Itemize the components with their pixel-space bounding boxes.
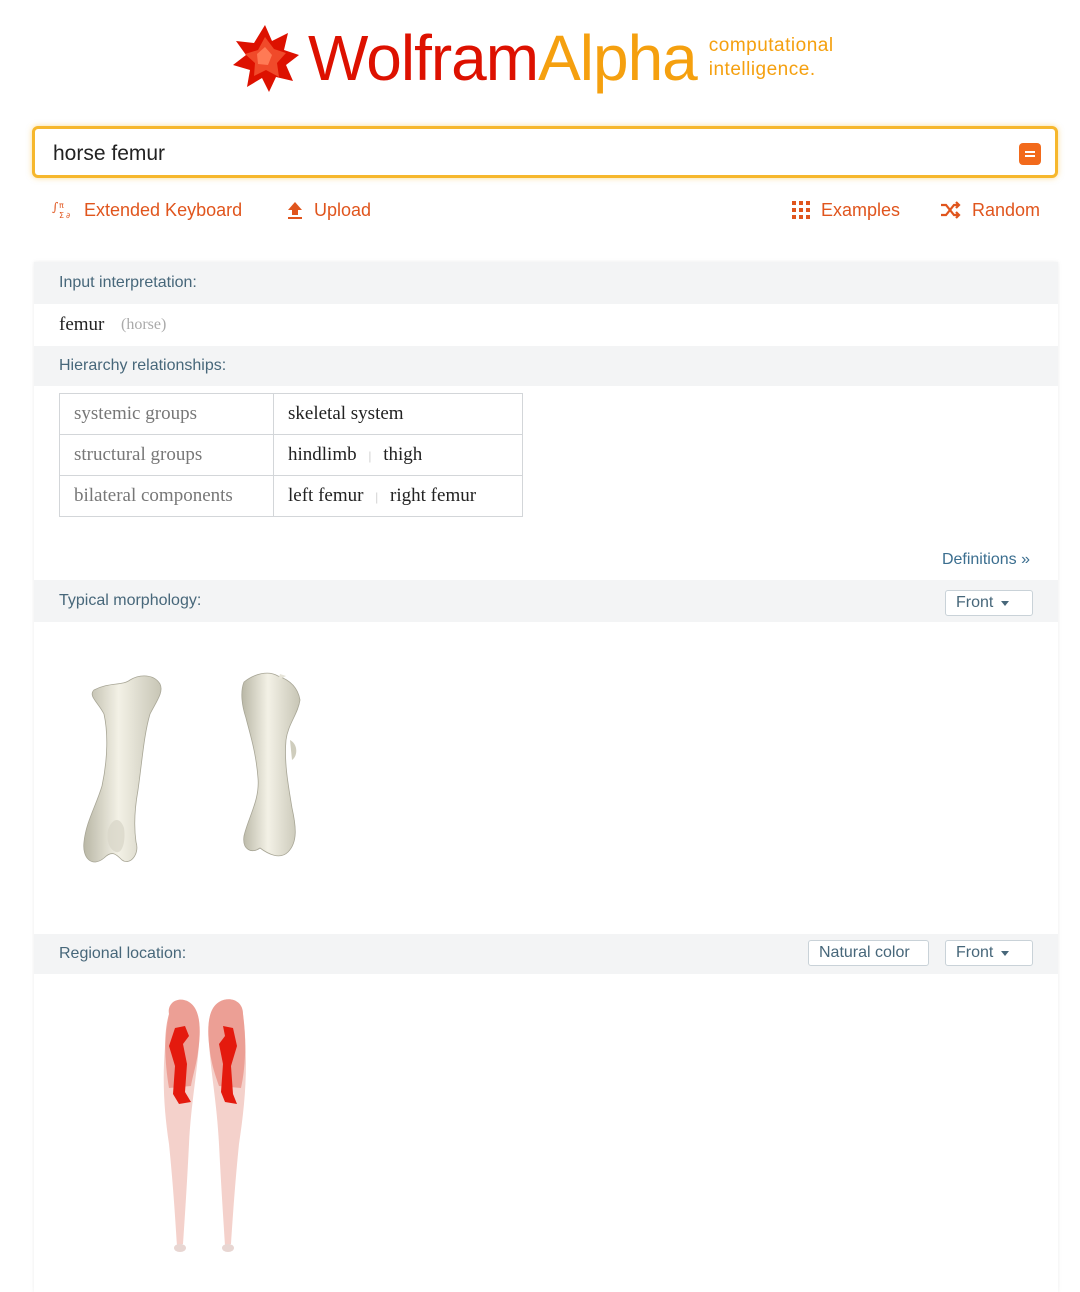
color-option-button[interactable]: Natural color bbox=[808, 940, 929, 966]
caret-down-icon bbox=[1001, 600, 1010, 606]
hierarchy-table: systemic groups skeletal system structur… bbox=[59, 393, 523, 517]
table-row: systemic groups skeletal system bbox=[59, 393, 523, 435]
hierarchy-value: skeletal system bbox=[273, 393, 523, 435]
morphology-title: Typical morphology: bbox=[59, 592, 202, 609]
examples-button[interactable]: Examples bbox=[791, 196, 900, 224]
value-link[interactable]: left femur bbox=[288, 485, 363, 506]
regional-view-label: Front bbox=[956, 944, 994, 961]
pod-title-hierarchy: Hierarchy relationships: bbox=[34, 346, 1058, 386]
view-select-button[interactable]: Front bbox=[945, 590, 1033, 616]
value-separator: | bbox=[375, 489, 379, 504]
search-input[interactable] bbox=[51, 137, 995, 171]
wolfram-star-icon bbox=[233, 25, 299, 92]
hierarchy-key: bilateral components bbox=[59, 475, 274, 517]
compute-icon[interactable] bbox=[1019, 143, 1041, 165]
random-button[interactable]: Random bbox=[940, 196, 1040, 224]
definitions-link[interactable]: Definitions » bbox=[942, 551, 1030, 569]
value-link[interactable]: thigh bbox=[383, 444, 422, 465]
extended-keyboard-label: Extended Keyboard bbox=[84, 199, 243, 220]
logo-tagline: computational intelligence. bbox=[709, 34, 834, 82]
pod-body-morphology bbox=[34, 622, 1058, 934]
value-link[interactable]: hindlimb bbox=[288, 444, 357, 465]
value-separator: | bbox=[368, 448, 372, 463]
tagline-line-2: intelligence. bbox=[708, 59, 816, 80]
logo-wordmark-alpha: Alpha bbox=[538, 22, 698, 94]
hierarchy-value: left femur | right femur bbox=[273, 475, 523, 517]
caret-down-icon bbox=[1001, 950, 1010, 956]
view-select-label: Front bbox=[956, 594, 994, 611]
hierarchy-value: hindlimb | thigh bbox=[273, 434, 523, 476]
svg-text:∂: ∂ bbox=[66, 211, 70, 220]
upload-label: Upload bbox=[314, 199, 372, 220]
svg-text:π: π bbox=[59, 201, 64, 210]
svg-text:∫: ∫ bbox=[52, 200, 59, 214]
pod-title-morphology: Typical morphology: bbox=[34, 580, 1058, 622]
pod-body-input-interpretation: femur (horse) bbox=[34, 304, 1058, 346]
logo-wordmark-wolfram: Wolfram bbox=[308, 22, 539, 94]
toolbar: ∫ π Σ ∂ Extended Keyboard Upload Examples R… bbox=[0, 196, 1080, 224]
shuffle-icon bbox=[940, 201, 962, 219]
search-box[interactable] bbox=[32, 126, 1058, 178]
table-row: structural groups hindlimb | thigh bbox=[59, 434, 523, 476]
wolfram-alpha-logo[interactable]: Wolfram Alpha computational intelligence. bbox=[230, 18, 834, 98]
hierarchy-key: systemic groups bbox=[59, 393, 274, 435]
hierarchy-key: structural groups bbox=[59, 434, 274, 476]
interpretation-qualifier: (horse) bbox=[121, 316, 167, 333]
tagline-line-1: computational bbox=[708, 35, 834, 56]
upload-icon bbox=[286, 200, 304, 220]
upload-button[interactable]: Upload bbox=[286, 196, 371, 224]
results-panel: Input interpretation: femur (horse) Hier… bbox=[34, 262, 1058, 1292]
input-interpretation-title: Input interpretation: bbox=[59, 274, 197, 291]
random-label: Random bbox=[972, 199, 1041, 220]
color-option-label: Natural color bbox=[819, 944, 910, 961]
table-row: bilateral components left femur | right fe… bbox=[59, 475, 523, 517]
hierarchy-title: Hierarchy relationships: bbox=[59, 357, 227, 374]
pod-title-input-interpretation: Input interpretation: bbox=[34, 262, 1058, 304]
femur-morphology-image bbox=[83, 672, 301, 863]
value-link[interactable]: skeletal system bbox=[288, 403, 404, 424]
examples-label: Examples bbox=[821, 199, 901, 220]
value-link[interactable]: right femur bbox=[390, 485, 476, 506]
grid-icon bbox=[791, 200, 811, 220]
regional-title: Regional location: bbox=[59, 945, 187, 962]
keyboard-icon: ∫ π Σ ∂ bbox=[52, 199, 74, 221]
pod-body-regional bbox=[34, 974, 1058, 1292]
interpretation-term: femur bbox=[59, 314, 105, 335]
extended-keyboard-button[interactable]: ∫ π Σ ∂ Extended Keyboard bbox=[52, 196, 242, 224]
regional-location-image bbox=[163, 999, 246, 1252]
svg-text:Σ: Σ bbox=[59, 211, 64, 220]
regional-view-select-button[interactable]: Front bbox=[945, 940, 1033, 966]
